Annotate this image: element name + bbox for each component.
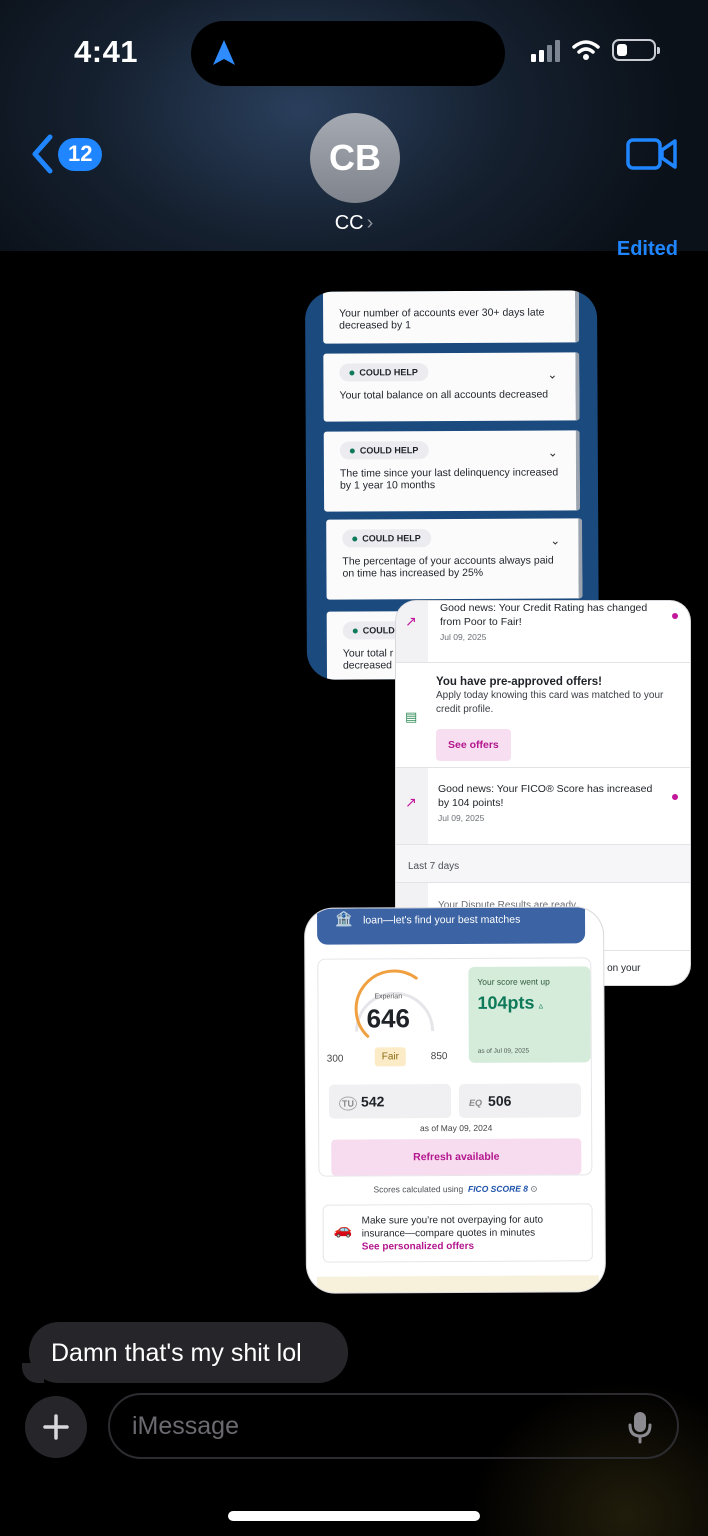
see-offers-button[interactable]: See offers <box>436 729 511 761</box>
rating-badge: Fair <box>374 1047 407 1067</box>
equifax-score: EQ 506 <box>458 1083 582 1118</box>
score-change-date: as of Jul 09, 2025 <box>477 1047 530 1055</box>
score-change-label: Your score went up <box>477 976 550 987</box>
unread-dot <box>672 794 678 800</box>
plus-icon <box>43 1414 69 1440</box>
insurance-text: Make sure you're not overpaying for auto… <box>361 1214 544 1240</box>
notification-row: ↗ Good news: Your FICO® Score has increa… <box>396 768 690 845</box>
unread-dot <box>672 613 678 619</box>
triangle-up-icon: ▵ <box>538 1000 544 1011</box>
battery-low-icon <box>612 39 660 61</box>
contact-name[interactable]: CC › <box>0 212 708 235</box>
could-help-badge: COULD HELP <box>342 529 431 548</box>
back-button[interactable]: 12 <box>30 134 103 174</box>
list-item-text: Your number of accounts ever 30+ days la… <box>339 306 545 332</box>
chevron-left-icon <box>32 134 53 174</box>
conversation-header: 4:41 12 CB CC › <box>0 0 708 251</box>
notification-date: Jul 09, 2025 <box>438 813 485 823</box>
range-high: 850 <box>430 1051 448 1063</box>
transunion-icon: TU <box>338 1096 358 1111</box>
list-item-text: The percentage of your accounts always p… <box>342 554 554 580</box>
wifi-icon <box>572 40 600 60</box>
range-low: 300 <box>326 1053 344 1065</box>
notification-row: ↗ Good news: Your Credit Rating has chan… <box>396 601 690 663</box>
offer-body: Apply today knowing this card was matche… <box>436 690 664 715</box>
insurance-promo[interactable]: 🚗 Make sure you're not overpaying for au… <box>322 1203 593 1263</box>
contact-avatar[interactable]: CB <box>310 113 400 203</box>
scores-as-of: as of May 09, 2024 <box>419 1122 493 1134</box>
info-icon[interactable]: ⊙ <box>530 1184 537 1194</box>
notification-title: Good news: Your FICO® Score has increase… <box>438 783 653 809</box>
list-item: Your number of accounts ever 30+ days la… <box>322 290 580 344</box>
notification-row: ▤ You have pre-approved offers! Apply to… <box>396 663 690 768</box>
list-item: COULD HELP ⌄ The percentage of your acco… <box>326 518 583 600</box>
chevron-down-icon: ⌄ <box>547 445 558 460</box>
list-item: COULD HELP ⌄ Your total balance on all a… <box>323 352 580 422</box>
loan-icon: 🏦 <box>335 910 353 927</box>
home-indicator[interactable] <box>228 1511 480 1521</box>
refresh-button[interactable]: Refresh available <box>331 1138 582 1176</box>
edited-label: Edited <box>616 238 678 260</box>
transunion-score: TU 542 <box>328 1084 452 1119</box>
plus-button[interactable] <box>25 1396 87 1458</box>
notification-title: Good news: Your Credit Rating has change… <box>440 602 648 628</box>
car-insurance-icon: 🚗 <box>333 1221 353 1239</box>
banner-text: loan—let's find your best matches <box>363 913 521 927</box>
notification-date: Jul 09, 2025 <box>440 632 487 642</box>
loan-banner: 🏦 loan—let's find your best matches <box>316 907 586 945</box>
dynamic-island <box>191 21 505 86</box>
status-time: 4:41 <box>74 34 139 69</box>
chevron-down-icon: ⌄ <box>547 367 558 382</box>
list-item-text: Your total balance on all accounts decre… <box>339 388 549 402</box>
equifax-icon: EQ <box>468 1097 483 1108</box>
chevron-down-icon: ⌄ <box>550 533 561 548</box>
avatar-initials: CB <box>329 137 381 178</box>
list-item: COULD HELP ⌄ The time since your last de… <box>323 430 581 512</box>
contact-name-label: CC <box>334 212 364 234</box>
received-message-bubble[interactable]: Damn that's my shit lol <box>29 1322 348 1383</box>
trend-up-icon: ↗ <box>405 794 417 810</box>
score-panel: Experian 646 300 Fair 850 Your score wen… <box>317 957 593 1177</box>
section-label: Last 7 days <box>396 845 690 883</box>
offer-title: You have pre-approved offers! <box>436 676 602 688</box>
status-icons <box>531 38 660 62</box>
location-arrow-icon <box>213 40 235 65</box>
trend-up-icon: ↗ <box>405 613 417 629</box>
signal-bars-icon <box>531 38 560 62</box>
video-camera-icon[interactable] <box>626 136 678 172</box>
list-item-text: The time since your last delinquency inc… <box>339 466 559 492</box>
unread-count-badge: 12 <box>58 137 103 171</box>
score-change-box: Your score went up 104pts ▵ as of Jul 09,… <box>468 966 591 1063</box>
screenshot-attachment-3[interactable]: 🏦 loan—let's find your best matches Expe… <box>304 907 606 1293</box>
main-score: 646 <box>366 1003 411 1034</box>
imessage-input[interactable] <box>108 1393 679 1459</box>
card-footer-strip <box>316 1275 600 1293</box>
microphone-icon[interactable] <box>627 1410 653 1444</box>
personalized-offers-link[interactable]: See personalized offers <box>362 1239 582 1253</box>
card-stack-icon: ▤ <box>405 709 418 724</box>
could-help-badge: COULD HELP <box>339 441 429 460</box>
bureau-label: Experian <box>374 993 403 1001</box>
list-item-text: Your total r decreased <box>342 647 394 672</box>
fico-attribution: Scores calculated using FICO SCORE 8 ⊙ <box>373 1183 538 1195</box>
score-change-value: 104pts ▵ <box>477 992 544 1013</box>
chevron-right-icon: › <box>366 212 374 234</box>
could-help-badge: COULD HELP <box>339 363 428 382</box>
